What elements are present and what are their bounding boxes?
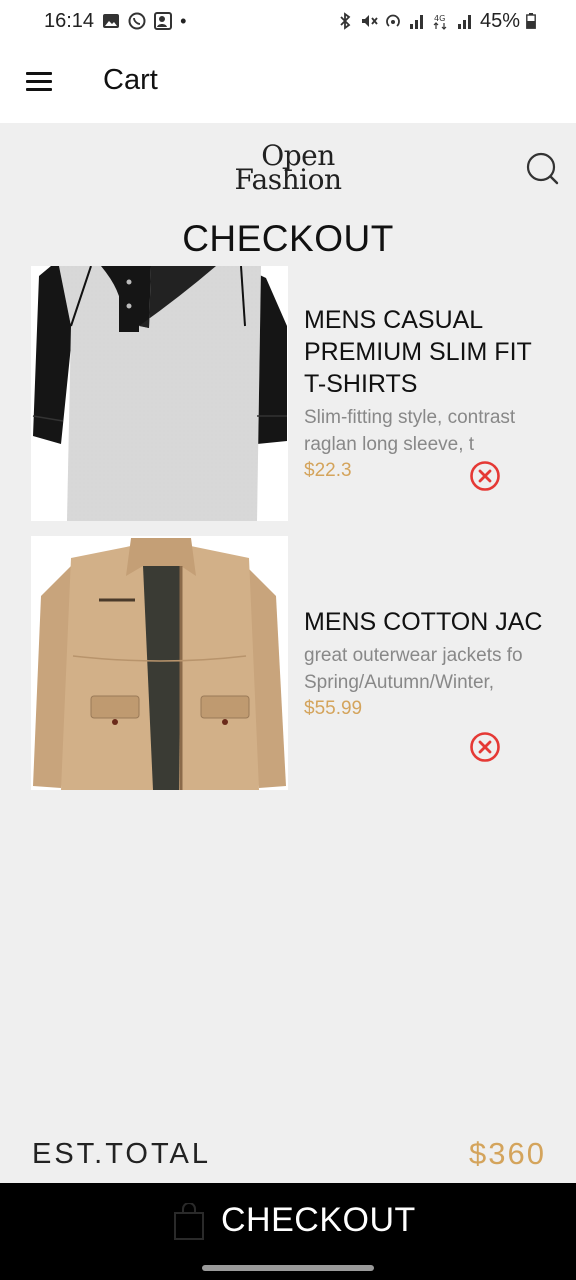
cart-item: MENS COTTON JAC great outerwear jackets …: [31, 536, 576, 791]
cart-item-description: great outerwear jackets fo Spring/Autumn…: [304, 642, 549, 696]
cart-item-price: $22.3: [304, 460, 352, 481]
cart-item-title-line: MENS COTTON JAC: [304, 608, 543, 636]
total-value: $360: [469, 1136, 546, 1171]
cart-item-description: Slim-fitting style, contrast raglan long…: [304, 404, 549, 458]
cart-item-description-line: raglan long sleeve, t: [304, 434, 475, 455]
cart-item-info: MENS COTTON JAC great outerwear jackets …: [304, 606, 549, 720]
signal-2-icon: [457, 15, 471, 29]
cart-item-description-line: great outerwear jackets fo: [304, 645, 523, 666]
total-label: EST.TOTAL: [32, 1138, 212, 1170]
brand-logo: Open Fashion: [220, 142, 356, 198]
cart-item-title-line: MENS CASUAL: [304, 306, 484, 334]
mute-icon: [361, 15, 378, 27]
cart-item: MENS CASUAL PREMIUM SLIM FIT T-SHIRTS Sl…: [31, 266, 576, 521]
hotspot-icon: [386, 14, 400, 27]
svg-text:4G: 4G: [434, 14, 445, 23]
contact-notification-icon: [154, 12, 173, 30]
whatsapp-notification-icon: [128, 12, 146, 30]
product-image-cotton-jacket[interactable]: [31, 536, 288, 790]
bluetooth-icon: [340, 12, 351, 30]
battery-icon: [526, 13, 536, 29]
cart-item-title-line: T-SHIRTS: [304, 370, 418, 398]
cart-item-price: $55.99: [304, 698, 363, 719]
cart-item-description-line: Spring/Autumn/Winter,: [304, 672, 495, 693]
app-bar-title: Cart: [103, 64, 158, 96]
battery-percent: 45%: [479, 9, 520, 32]
page-title: CHECKOUT: [182, 218, 394, 259]
checkout-button-label: CHECKOUT: [221, 1201, 416, 1239]
signal-icon: [409, 15, 423, 29]
total-row: EST.TOTAL $360: [0, 1134, 576, 1178]
hamburger-menu-icon[interactable]: [22, 66, 58, 96]
gallery-notification-icon: [103, 14, 120, 28]
checkout-button[interactable]: CHECKOUT: [0, 1183, 576, 1280]
status-time: 16:14: [44, 9, 95, 32]
home-indicator[interactable]: [202, 1265, 374, 1271]
cart-item-title-line: PREMIUM SLIM FIT: [304, 338, 532, 366]
cart-item-title[interactable]: MENS CASUAL PREMIUM SLIM FIT T-SHIRTS: [304, 304, 549, 400]
remove-circle-x-icon[interactable]: [469, 460, 501, 492]
search-icon[interactable]: [522, 148, 562, 188]
status-bar: 16:14 • 4G 45%: [0, 0, 576, 42]
app-bar: Cart: [0, 42, 576, 123]
status-left: 16:14 •: [44, 10, 186, 33]
brand-logo-line2: Fashion: [234, 163, 342, 196]
status-right: 4G 45%: [336, 10, 536, 33]
shopping-bag-icon: [174, 1203, 204, 1240]
cart-item-info: MENS CASUAL PREMIUM SLIM FIT T-SHIRTS Sl…: [304, 304, 549, 482]
more-notifications-dot-icon: •: [180, 10, 187, 31]
4g-data-icon: 4G: [433, 14, 447, 30]
cart-item-title[interactable]: MENS COTTON JAC: [304, 606, 549, 638]
cart-item-description-line: Slim-fitting style, contrast: [304, 407, 516, 428]
remove-circle-x-icon[interactable]: [469, 731, 501, 763]
product-image-raglan-shirt[interactable]: [31, 266, 288, 521]
